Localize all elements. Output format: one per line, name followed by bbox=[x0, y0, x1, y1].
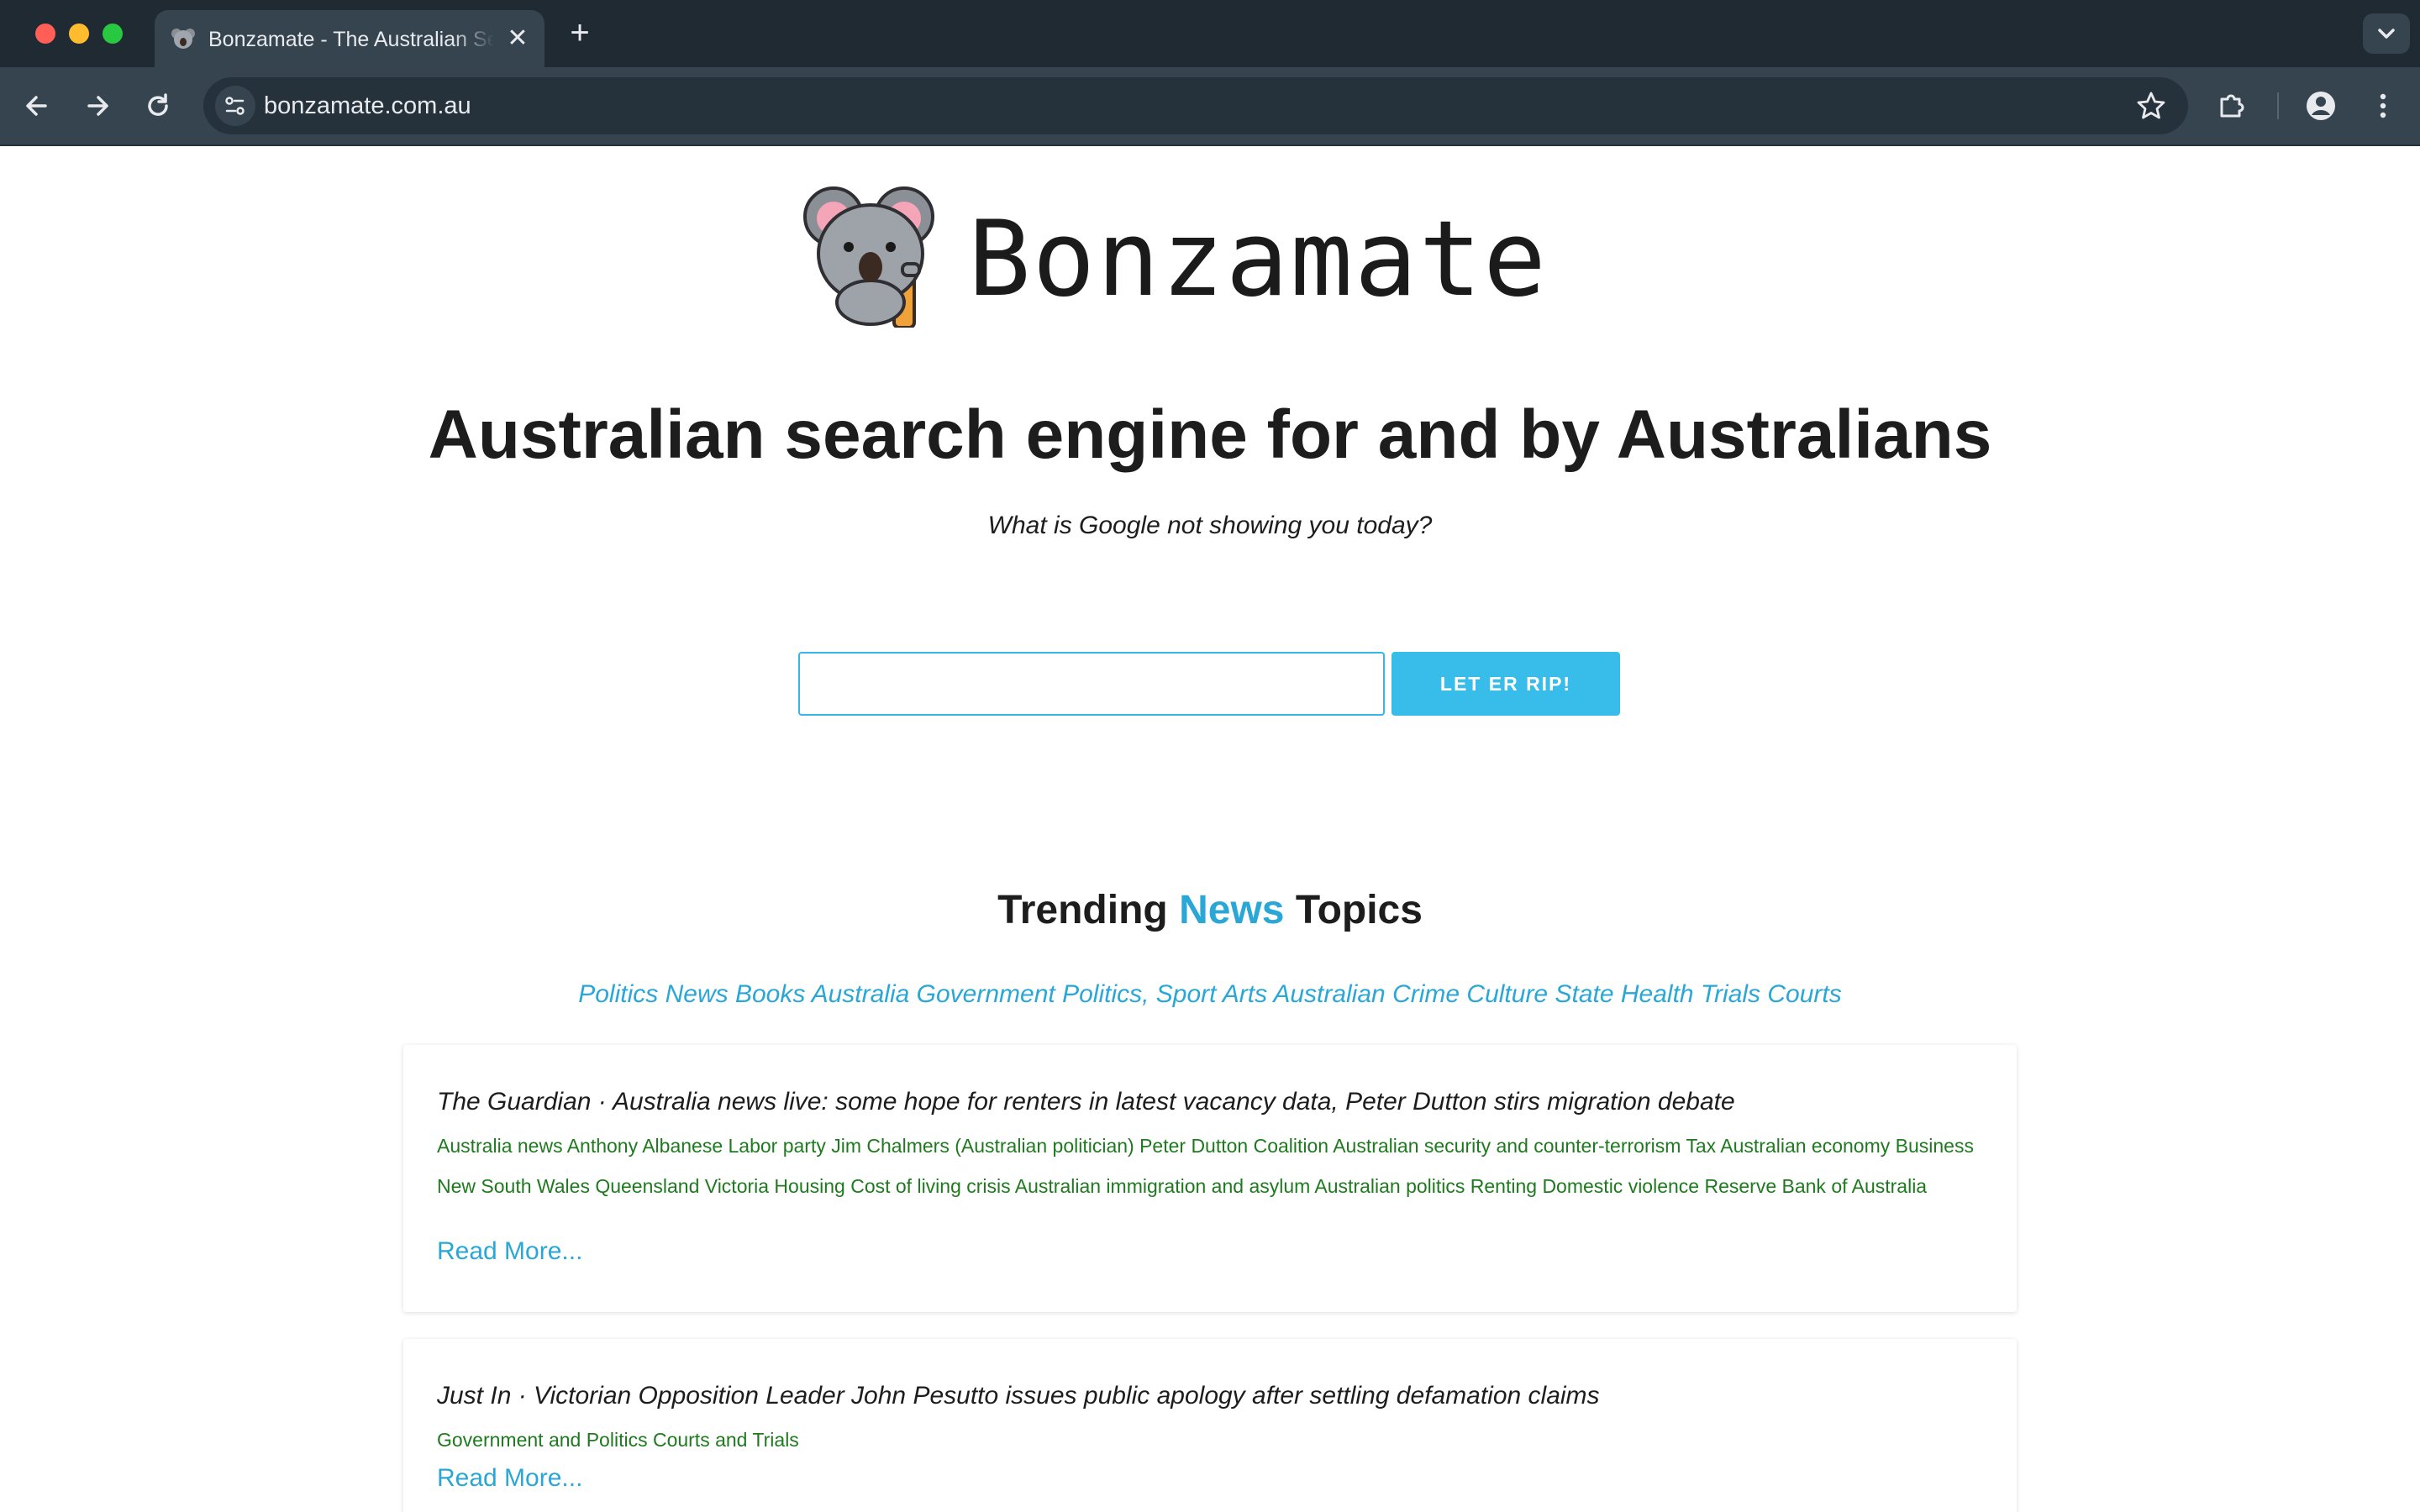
search-input[interactable] bbox=[798, 652, 1385, 716]
tune-icon bbox=[225, 97, 245, 115]
kebab-menu-icon[interactable] bbox=[2363, 86, 2403, 126]
topic-link[interactable]: Government bbox=[917, 980, 1055, 1008]
site-info-button[interactable] bbox=[215, 86, 255, 126]
topic-link[interactable]: Books bbox=[735, 980, 805, 1008]
reload-icon bbox=[148, 93, 168, 116]
topic-link[interactable]: Courts bbox=[1767, 980, 1841, 1008]
back-arrow-icon bbox=[26, 96, 47, 116]
topic-link[interactable]: News bbox=[666, 980, 729, 1008]
window-maximize-button[interactable] bbox=[103, 24, 123, 44]
topic-link[interactable]: Health bbox=[1621, 980, 1694, 1008]
tab-search-button[interactable] bbox=[2363, 13, 2410, 54]
extensions-puzzle-icon[interactable] bbox=[2212, 86, 2252, 126]
url-text[interactable]: bonzamate.com.au bbox=[264, 91, 471, 121]
window-close-button[interactable] bbox=[35, 24, 55, 44]
address-bar[interactable]: bonzamate.com.au bbox=[203, 77, 2188, 134]
topic-link[interactable]: Culture bbox=[1466, 980, 1548, 1008]
koala-icon bbox=[803, 176, 946, 329]
trending-topics-list: Politics News Books Australia Government… bbox=[0, 978, 2420, 1011]
back-button[interactable] bbox=[17, 86, 57, 126]
news-card-tags: Government and Politics Courts and Trial… bbox=[437, 1429, 799, 1451]
trending-title: Trending News Topics bbox=[0, 885, 2420, 936]
read-more-link[interactable]: Read More... bbox=[437, 1235, 582, 1268]
news-card: The Guardian · Australia news live: some… bbox=[403, 1045, 2017, 1312]
topic-link[interactable]: State bbox=[1555, 980, 1613, 1008]
topic-link[interactable]: Australian bbox=[1273, 980, 1385, 1008]
topic-link[interactable]: Politics, bbox=[1062, 980, 1149, 1008]
topic-link[interactable]: Australia bbox=[812, 980, 910, 1008]
reload-button[interactable] bbox=[138, 86, 178, 126]
news-card-tags: Australia news Anthony Albanese Labor pa… bbox=[437, 1135, 1974, 1197]
chevron-down-icon bbox=[2378, 29, 2395, 39]
window-minimize-button[interactable] bbox=[69, 24, 89, 44]
koala-favicon-icon bbox=[170, 25, 197, 52]
logo-wordmark: Bonzamate bbox=[968, 199, 1548, 320]
news-card: Just In · Victorian Opposition Leader Jo… bbox=[403, 1339, 2017, 1512]
bookmark-star-icon[interactable] bbox=[2134, 89, 2168, 123]
topic-link[interactable]: Sport bbox=[1156, 980, 1217, 1008]
topic-link[interactable]: Crime bbox=[1392, 980, 1460, 1008]
browser-tab-active[interactable]: Bonzamate - The Australian Search Engine… bbox=[155, 10, 544, 67]
browser-tab-title: Bonzamate - The Australian Search Engine bbox=[208, 28, 494, 51]
browser-toolbar: bonzamate.com.au bbox=[0, 67, 2420, 146]
page-subline: What is Google not showing you today? bbox=[987, 512, 1433, 539]
toolbar-separator bbox=[2277, 92, 2279, 119]
profile-icon[interactable] bbox=[2301, 86, 2341, 126]
news-card-title: The Guardian · Australia news live: some… bbox=[437, 1088, 1735, 1116]
topic-link[interactable]: Politics bbox=[578, 980, 658, 1008]
read-more-link[interactable]: Read More... bbox=[437, 1462, 582, 1495]
new-tab-button[interactable]: + bbox=[563, 16, 597, 50]
news-card-title: Just In · Victorian Opposition Leader Jo… bbox=[437, 1382, 1600, 1410]
search-submit-button[interactable]: LET ER RIP! bbox=[1392, 652, 1620, 716]
topic-link[interactable]: Arts bbox=[1223, 980, 1267, 1008]
browser-tabstrip: Bonzamate - The Australian Search Engine… bbox=[0, 0, 2420, 67]
page-headline: Australian search engine for and by Aust… bbox=[428, 396, 1992, 473]
tab-close-icon[interactable]: ✕ bbox=[502, 24, 533, 54]
forward-button[interactable] bbox=[77, 86, 118, 126]
trending-title-suffix: Topics bbox=[1295, 888, 1423, 932]
topic-link[interactable]: Trials bbox=[1701, 980, 1760, 1008]
trending-title-prefix: Trending bbox=[997, 888, 1168, 932]
trending-title-accent: News bbox=[1179, 888, 1285, 932]
page-content: Bonzamate Australian search engine for a… bbox=[0, 146, 2420, 1512]
forward-arrow-icon bbox=[87, 96, 108, 116]
site-logo[interactable]: Bonzamate bbox=[803, 176, 1610, 329]
